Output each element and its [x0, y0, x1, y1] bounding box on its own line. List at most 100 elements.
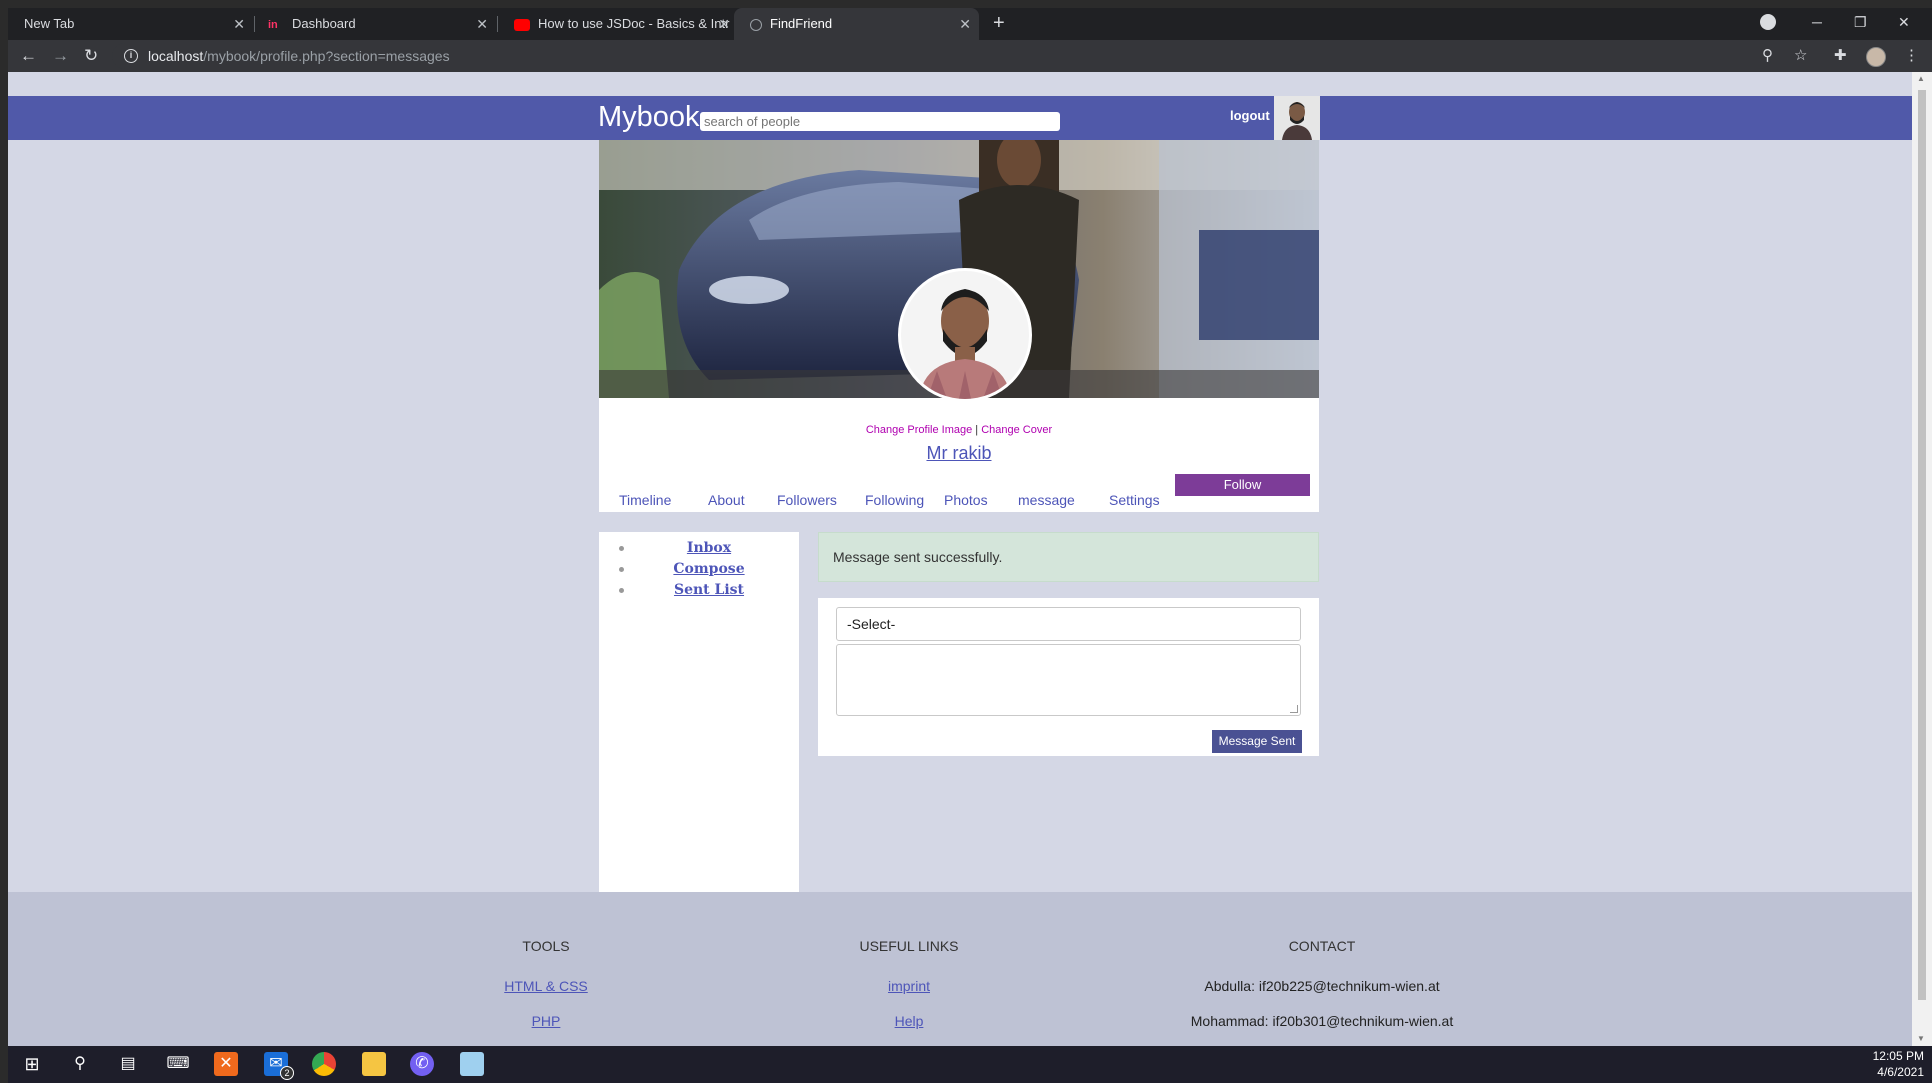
- address-bar[interactable]: i localhost/mybook/profile.php?section=m…: [112, 43, 1772, 69]
- nav-about[interactable]: About: [708, 492, 745, 508]
- tab-label: Dashboard: [292, 16, 356, 31]
- compose-form: -Select- Message Sent: [818, 598, 1319, 756]
- chrome-icon[interactable]: [312, 1052, 336, 1076]
- close-icon[interactable]: ✕: [718, 8, 730, 40]
- user-avatar[interactable]: [1274, 96, 1320, 140]
- xampp-icon[interactable]: ✕: [214, 1052, 238, 1076]
- zoom-icon[interactable]: ⚲: [1762, 40, 1773, 72]
- bookmark-star-icon[interactable]: ☆: [1794, 40, 1807, 72]
- follow-button[interactable]: Follow: [1175, 474, 1310, 496]
- minimize-icon[interactable]: ─: [1812, 8, 1822, 36]
- nav-settings[interactable]: Settings: [1109, 492, 1160, 508]
- url-path: /mybook/profile.php?section=messages: [203, 48, 450, 64]
- forward-icon[interactable]: →: [52, 40, 69, 72]
- close-icon[interactable]: ✕: [476, 8, 488, 40]
- windows-taskbar: ⊞ ⚲ ▤ ⌨ ✕ ✉ 2 ✆ 12:05 PM 4/6/2021: [8, 1046, 1932, 1083]
- scroll-thumb[interactable]: [1918, 90, 1926, 1000]
- bullet: [619, 546, 624, 551]
- nav-photos[interactable]: Photos: [944, 492, 988, 508]
- tab-youtube[interactable]: How to use JSDoc - Basics & Intr ✕: [500, 8, 738, 40]
- close-icon[interactable]: ✕: [959, 8, 971, 40]
- scroll-down-icon[interactable]: ▼: [1917, 1034, 1925, 1043]
- footer-tools-title: TOOLS: [522, 938, 570, 954]
- clock-time: 12:05 PM: [1872, 1049, 1924, 1063]
- footer-link-html-css[interactable]: HTML & CSS: [396, 978, 696, 994]
- window-close-icon[interactable]: ✕: [1898, 8, 1910, 36]
- windows-start-icon[interactable]: ⊞: [20, 1052, 44, 1076]
- nav-message[interactable]: message: [1018, 492, 1075, 508]
- page-viewport: Mybook logout: [8, 72, 1912, 1046]
- footer-contact-abdulla: Abdulla: if20b225@technikum-wien.at: [1204, 978, 1440, 994]
- globe-icon: [750, 18, 762, 31]
- change-profile-image-link[interactable]: Change Profile Image: [866, 424, 972, 436]
- profile-picture: [901, 271, 1029, 399]
- profile-name[interactable]: Mr rakib: [599, 443, 1319, 464]
- clock-date: 4/6/2021: [1877, 1065, 1924, 1079]
- send-message-button[interactable]: Message Sent: [1212, 730, 1302, 753]
- footer-contact-mohammad: Mohammad: if20b301@technikum-wien.at: [1190, 1013, 1454, 1029]
- scroll-up-icon[interactable]: ▲: [1917, 74, 1925, 83]
- resize-handle[interactable]: [1290, 705, 1298, 713]
- youtube-icon: [514, 18, 530, 31]
- recipient-select[interactable]: -Select-: [836, 607, 1301, 641]
- footer-link-help[interactable]: Help: [759, 1013, 1059, 1029]
- tab-findfriend[interactable]: FindFriend ✕: [734, 8, 979, 40]
- page-top-spacer: [8, 72, 1912, 96]
- footer-contact-title: CONTACT: [1288, 938, 1356, 954]
- site-footer: TOOLS HTML & CSS PHP USEFUL LINKS imprin…: [8, 892, 1912, 1046]
- profile-dropdown-icon[interactable]: [1760, 14, 1776, 30]
- footer-link-php[interactable]: PHP: [396, 1013, 696, 1029]
- task-view-icon[interactable]: ▤: [116, 1052, 140, 1076]
- extensions-icon[interactable]: ✚: [1834, 40, 1847, 72]
- footer-link-imprint[interactable]: imprint: [759, 978, 1059, 994]
- restore-icon[interactable]: ❐: [1854, 8, 1867, 36]
- mail-badge: 2: [280, 1066, 294, 1080]
- file-explorer-icon[interactable]: [362, 1052, 386, 1076]
- message-textarea[interactable]: [836, 644, 1301, 716]
- notepad-icon[interactable]: [460, 1052, 484, 1076]
- compose-link[interactable]: Compose: [629, 561, 789, 577]
- profile-edit-links: Change Profile Image | Change Cover: [599, 424, 1319, 436]
- browser-tab-strip: New Tab ✕ in Dashboard ✕ How to use JSDoc…: [8, 8, 1932, 40]
- new-tab-button[interactable]: +: [993, 8, 1005, 38]
- profile-image: [898, 268, 1032, 402]
- app-pinned-icon[interactable]: ⌨: [166, 1052, 190, 1076]
- user-avatar-picture: [1274, 96, 1320, 140]
- page-scrollbar[interactable]: ▲ ▼: [1912, 72, 1932, 1046]
- logout-link[interactable]: logout: [1230, 108, 1270, 123]
- back-icon[interactable]: ←: [20, 40, 37, 72]
- reload-icon[interactable]: ↻: [84, 40, 98, 72]
- tab-new-tab[interactable]: New Tab ✕: [8, 8, 253, 40]
- invision-icon: in: [268, 18, 278, 31]
- site-logo[interactable]: Mybook: [598, 98, 700, 136]
- profile-panel: Change Profile Image | Change Cover Mr r…: [599, 140, 1319, 512]
- more-menu-icon[interactable]: ⋮: [1904, 40, 1919, 72]
- bullet: [619, 588, 624, 593]
- inbox-link[interactable]: Inbox: [629, 540, 789, 556]
- tab-separator: [254, 16, 255, 32]
- success-alert: Message sent successfully.: [818, 532, 1319, 582]
- tab-label: New Tab: [24, 16, 75, 31]
- tab-label: FindFriend: [770, 16, 833, 31]
- nav-following[interactable]: Following: [865, 492, 924, 508]
- close-icon[interactable]: ✕: [233, 8, 245, 40]
- change-cover-link[interactable]: Change Cover: [981, 424, 1052, 436]
- nav-timeline[interactable]: Timeline: [619, 492, 671, 508]
- search-icon[interactable]: ⚲: [68, 1052, 92, 1076]
- tab-dashboard[interactable]: in Dashboard ✕: [258, 8, 496, 40]
- profile-avatar-icon[interactable]: [1866, 47, 1886, 67]
- system-clock[interactable]: 12:05 PM 4/6/2021: [1873, 1048, 1924, 1080]
- sent-list-link[interactable]: Sent List: [629, 582, 789, 598]
- site-info-icon[interactable]: i: [124, 49, 138, 63]
- viber-icon[interactable]: ✆: [410, 1052, 434, 1076]
- tab-separator: [497, 16, 498, 32]
- messages-menu: Inbox Compose Sent List: [599, 532, 799, 892]
- browser-toolbar: ← → ↻ i localhost/mybook/profile.php?sec…: [8, 40, 1932, 72]
- site-header: Mybook logout: [8, 96, 1912, 140]
- people-search-input[interactable]: [700, 112, 1060, 131]
- footer-links-title: USEFUL LINKS: [859, 938, 959, 954]
- url-text: localhost/mybook/profile.php?section=mes…: [148, 43, 450, 69]
- link-separator: |: [975, 424, 979, 436]
- screen: New Tab ✕ in Dashboard ✕ How to use JSDoc…: [0, 0, 1932, 1083]
- nav-followers[interactable]: Followers: [777, 492, 837, 508]
